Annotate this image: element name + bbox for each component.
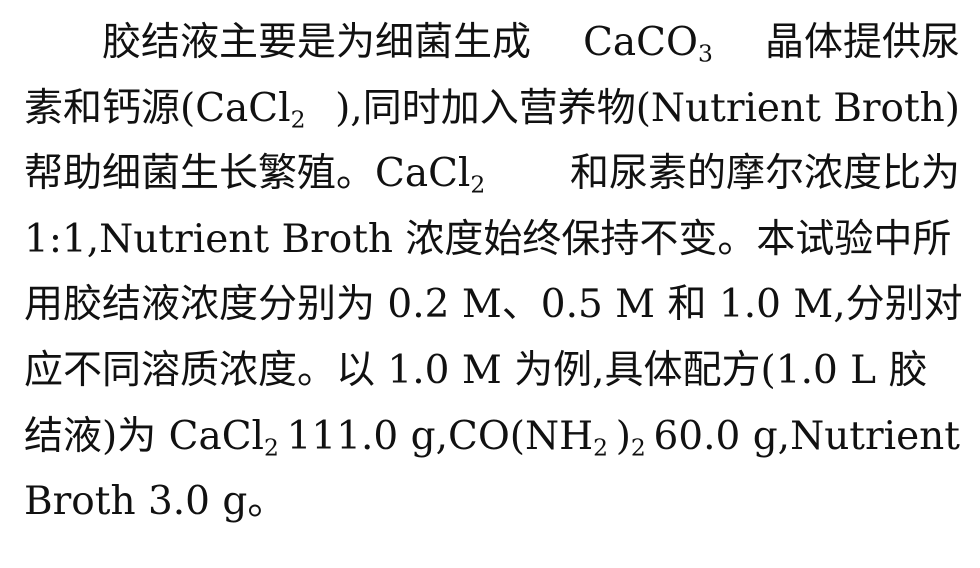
text-segment: 素和钙源(CaCl2 [24,76,306,142]
text-segment: ),同时加入营养物(Nutrient Broth) [335,76,960,142]
segment-text: Broth 3.0 g。 [24,479,287,525]
text-segment: 应不同溶质浓度。以 1.0 M 为例,具体配方(1.0 L 胶 [24,338,927,404]
body-paragraph: 胶结液主要是为细菌生成 CaCO3 晶体提供尿 素和钙源(CaCl2),同时加入营养物… [24,10,963,535]
subscript: 2 [290,105,306,134]
subscript: 2 [630,433,646,462]
document-page: 胶结液主要是为细菌生成 CaCO3 晶体提供尿 素和钙源(CaCl2),同时加入营养物… [0,0,980,568]
segment-text: 晶体提供尿 [764,20,960,65]
subscript: 2 [470,170,486,199]
text-segment: 1:1,Nutrient Broth 浓度始终保持不变。本试验中所 [24,207,951,273]
text-line: 胶结液主要是为细菌生成 CaCO3 晶体提供尿 [24,10,960,76]
segment-text: 和尿素的摩尔浓度比为 [569,151,960,197]
subscript: 3 [698,39,713,68]
subscript: 2 [264,433,279,462]
segment-text: 结液)为 CaCl [24,413,265,459]
text-line: 应不同溶质浓度。以 1.0 M 为例,具体配方(1.0 L 胶 [24,338,960,404]
segment-text: 111.0 g,CO(NH [286,413,594,459]
text-segment: Broth 3.0 g。 [24,469,286,535]
text-segment: 晶体提供尿 [765,10,960,76]
segment-text: 1:1,Nutrient Broth 浓度始终保持不变。本试验中所 [24,216,952,262]
text-segment: 60.0 g,Nutrient [653,404,960,470]
text-line: 素和钙源(CaCl2 ),同时加入营养物(Nutrient Broth) [24,76,960,142]
segment-text: ),同时加入营养物(Nutrient Broth) [335,85,960,131]
segment-text: CaCO [583,20,698,65]
text-segment: 和尿素的摩尔浓度比为 [570,141,960,207]
text-segment: 胶结液主要是为细菌生成 [102,10,531,76]
segment-text: 胶结液主要是为细菌生成 [102,20,532,65]
text-segment: 用胶结液浓度分别为 0.2 M、0.5 M 和 1.0 M,分别对 [24,272,963,338]
text-segment: CaCO3 [583,10,713,76]
text-segment: 结液)为 CaCl2 [24,404,279,470]
subscript: 2 [593,433,609,462]
segment-text: 素和钙源(CaCl [24,85,291,131]
segment-text: 用胶结液浓度分别为 0.2 M、0.5 M 和 1.0 M,分别对 [24,282,963,328]
text-line: 结液)为 CaCl2 111.0 g,CO(NH2)2 60.0 g,Nutri… [24,404,960,470]
text-segment: 111.0 g,CO(NH2 [287,404,608,470]
text-line: Broth 3.0 g。 [24,469,960,535]
segment-text: ) [615,413,631,459]
text-line: 1:1,Nutrient Broth 浓度始终保持不变。本试验中所 [24,207,960,273]
segment-text: 60.0 g,Nutrient [653,413,960,459]
text-line: 帮助细菌生长繁殖。CaCl2 和尿素的摩尔浓度比为 [24,141,960,207]
segment-text: 帮助细菌生长繁殖。CaCl [24,151,471,197]
segment-text: 应不同溶质浓度。以 1.0 M 为例,具体配方(1.0 L 胶 [24,347,928,393]
text-line: 用胶结液浓度分别为 0.2 M、0.5 M 和 1.0 M,分别对 [24,272,963,338]
text-segment: 帮助细菌生长繁殖。CaCl2 [24,141,485,207]
text-segment: )2 [616,404,646,470]
